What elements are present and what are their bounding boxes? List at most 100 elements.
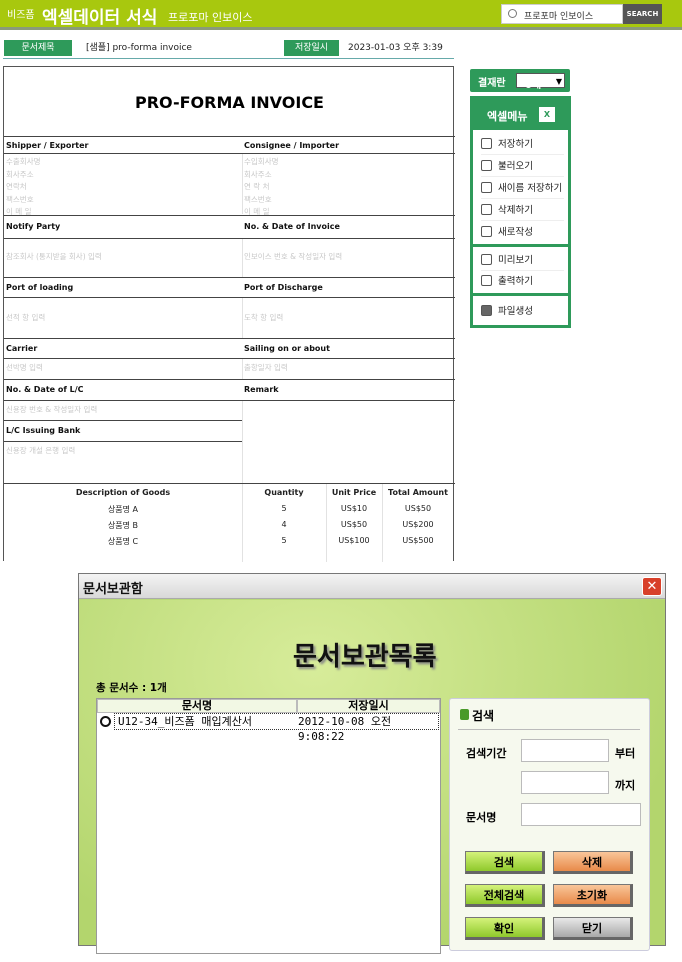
reset-button[interactable]: 초기화 <box>553 884 633 907</box>
col-unit-price: Unit Price <box>331 488 377 497</box>
menu-load[interactable]: 불러오기 <box>481 157 564 177</box>
menu-print[interactable]: 출력하기 <box>481 272 564 292</box>
search-button[interactable]: 검색 <box>465 851 545 874</box>
goods-cell[interactable]: 상품명 C <box>4 536 242 547</box>
period-label: 검색기간 <box>466 747 507 760</box>
document-list[interactable]: 문서명 저장일시 U12-34_비즈폼 매입계산서 2012-10-08 오전 9… <box>96 698 441 954</box>
menu-new[interactable]: 새로작성 <box>481 223 564 243</box>
shipper-fields[interactable]: 수출회사명 회사주소 연락처 팩스번호 이 메 일 <box>6 156 41 219</box>
sailing-field[interactable]: 출항일자 입력 <box>244 362 288 375</box>
close-button[interactable]: 닫기 <box>553 917 633 940</box>
name-label: 문서명 <box>466 811 497 824</box>
doc-name-input[interactable] <box>521 803 641 826</box>
load-icon <box>481 160 492 171</box>
bank-label: L/C Issuing Bank <box>6 426 81 435</box>
excel-menu: 엑셀메뉴 X 저장하기 불러오기 새이름 저장하기 삭제하기 새로작성 미리보기 … <box>470 96 571 328</box>
page-subtitle: 프로포마 인보이스 <box>168 11 253 24</box>
date-from-input[interactable] <box>521 739 609 762</box>
save-as-icon <box>481 182 492 193</box>
doc-title-label: 문서제목 <box>4 40 72 56</box>
shipper-line: 회사주소 <box>6 169 34 179</box>
goods-cell[interactable]: 4 <box>242 520 326 529</box>
goods-cell[interactable]: US$10 <box>326 504 382 513</box>
trash-icon <box>481 204 492 215</box>
consignee-line: 연 락 처 <box>244 182 270 191</box>
carrier-field[interactable]: 선박명 입력 <box>6 362 43 375</box>
col-saved-at[interactable]: 저장일시 <box>297 699 440 713</box>
goods-cell[interactable]: 5 <box>242 504 326 513</box>
menu-save-as[interactable]: 새이름 저장하기 <box>481 179 564 199</box>
goods-cell[interactable]: US$50 <box>326 520 382 529</box>
approval-label: 결재란 <box>478 78 506 89</box>
arrow-icon <box>460 709 469 720</box>
ok-button[interactable]: 확인 <box>465 917 545 940</box>
document-archive-dialog: 문서보관함 ✕ 문서보관목록 총 문서수 : 1개 문서명 저장일시 U12-34… <box>78 573 666 954</box>
lc-field[interactable]: 신용장 번호 & 작성일자 입력 <box>6 404 97 417</box>
goods-cell[interactable]: 상품명 A <box>4 504 242 515</box>
consignee-line: 수입회사명 <box>244 157 279 166</box>
search-button[interactable]: SEARCH <box>623 4 662 24</box>
row-radio[interactable] <box>100 716 111 727</box>
top-header: 비즈폼 엑셀데이터 서식 프로포마 인보이스 프로포마 인보이스 SEARCH <box>0 0 682 30</box>
menu-label: 미리보기 <box>498 255 533 266</box>
notify-field[interactable]: 참조회사 (통지받을 회사) 입력 <box>6 251 102 264</box>
carrier-label: Carrier <box>6 344 38 353</box>
consignee-line: 이 메 일 <box>244 207 270 216</box>
goods-cell[interactable]: US$100 <box>326 536 382 545</box>
menu-label: 불러오기 <box>498 161 533 172</box>
discharge-label: Port of Discharge <box>244 283 323 292</box>
invoice-no-field[interactable]: 인보이스 번호 & 작성일자 입력 <box>244 251 342 264</box>
invoice-sheet: PRO-FORMA INVOICE Shipper / Exporter Con… <box>3 66 455 562</box>
document-count: 총 문서수 : 1개 <box>96 682 167 694</box>
goods-cell[interactable]: 5 <box>242 536 326 545</box>
brand-title[interactable]: 엑셀데이터 서식 <box>42 3 157 28</box>
saved-value: 2023-01-03 오후 3:39 <box>348 43 443 53</box>
col-doc-name[interactable]: 문서명 <box>97 699 297 713</box>
doc-saved-at: 2012-10-08 오전 9:08:22 <box>298 715 392 743</box>
excel-icon: X <box>539 107 555 122</box>
menu-save[interactable]: 저장하기 <box>481 135 564 155</box>
invoice-title: PRO-FORMA INVOICE <box>135 93 324 112</box>
print-icon <box>481 275 492 286</box>
menu-delete[interactable]: 삭제하기 <box>481 201 564 221</box>
search-panel-title: 검색 <box>472 709 495 723</box>
brand-small: 비즈폼 <box>7 10 35 21</box>
dialog-heading: 문서보관목록 <box>293 642 437 672</box>
approval-box: 결재란 0개 ▼ <box>470 69 570 92</box>
menu-label: 파일생성 <box>498 306 533 317</box>
doc-title-value: [샘플] pro-forma invoice <box>86 43 192 53</box>
menu-create-file[interactable]: 파일생성 <box>481 302 564 322</box>
dialog-titlebar[interactable]: 문서보관함 ✕ <box>79 574 665 599</box>
goods-cell[interactable]: US$200 <box>382 520 454 529</box>
col-quantity: Quantity <box>264 488 304 497</box>
excel-menu-title: 엑셀메뉴 <box>487 110 528 123</box>
consignee-label: Consignee / Importer <box>244 141 340 150</box>
consignee-fields[interactable]: 수입회사명 회사주소 연 락 처 팩스번호 이 메 일 <box>244 156 279 219</box>
goods-cell[interactable]: US$50 <box>382 504 454 513</box>
search-panel: 검색 검색기간 부터 까지 문서명 검색 삭제 전체검색 초기화 확인 닫기 <box>449 698 650 951</box>
bank-field[interactable]: 신용장 개설 은행 입력 <box>6 445 75 458</box>
monitor-icon <box>481 254 492 265</box>
delete-button[interactable]: 삭제 <box>553 851 633 874</box>
date-to-input[interactable] <box>521 771 609 794</box>
shipper-line: 수출회사명 <box>6 157 41 166</box>
save-icon <box>481 138 492 149</box>
discharge-field[interactable]: 도착 항 입력 <box>244 312 283 325</box>
goods-cell[interactable]: 상품명 B <box>4 520 242 531</box>
lc-label: No. & Date of L/C <box>6 385 84 394</box>
search-all-button[interactable]: 전체검색 <box>465 884 545 907</box>
loading-label: Port of loading <box>6 283 74 292</box>
approval-select[interactable]: 0개 ▼ <box>516 73 565 91</box>
approval-value: 0개 <box>525 80 542 91</box>
menu-label: 저장하기 <box>498 139 533 150</box>
menu-preview[interactable]: 미리보기 <box>481 251 564 271</box>
excel-menu-header: 엑셀메뉴 X <box>473 99 568 130</box>
list-item[interactable]: U12-34_비즈폼 매입계산서 2012-10-08 오전 9:08:22 <box>114 713 439 743</box>
goods-cell[interactable]: US$500 <box>382 536 454 545</box>
remark-label: Remark <box>244 385 279 394</box>
search-value: 프로포마 인보이스 <box>524 12 594 22</box>
search-input[interactable]: 프로포마 인보이스 <box>501 4 623 24</box>
notify-label: Notify Party <box>6 222 61 231</box>
close-icon[interactable]: ✕ <box>642 577 662 596</box>
loading-field[interactable]: 선적 항 입력 <box>6 312 45 325</box>
